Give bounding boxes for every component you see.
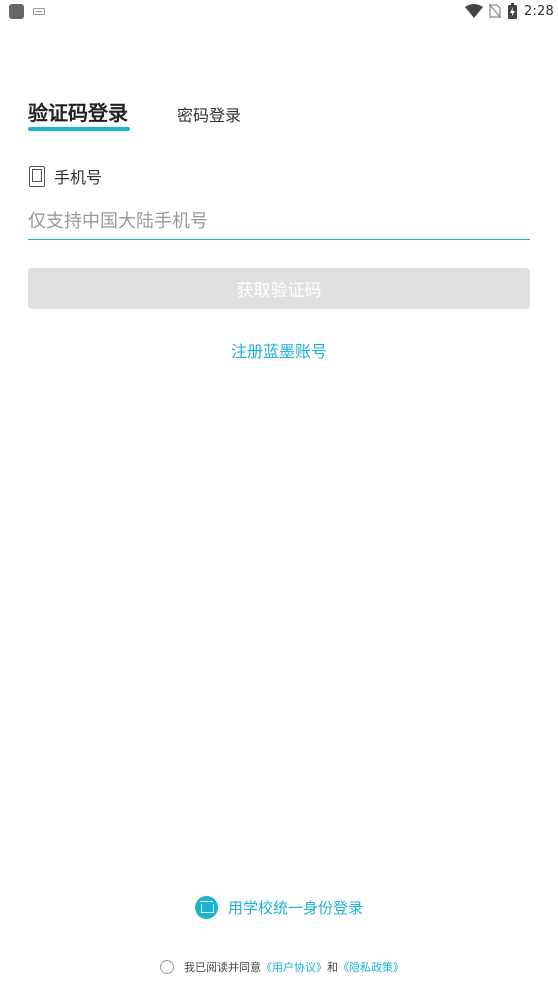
tab-password-login[interactable]: 密码登录: [177, 102, 241, 126]
get-verification-code-button[interactable]: 获取验证码: [28, 268, 530, 309]
tab-sms-code-login[interactable]: 验证码登录: [28, 97, 128, 126]
phone-field-label: 手机号: [29, 165, 102, 187]
agreement-and: 和: [327, 961, 338, 974]
login-screen: 2:28 验证码登录 密码登录 手机号 获取验证码 注册蓝墨账号 用学校统一身份…: [0, 0, 558, 993]
school-sso-login-label: 用学校统一身份登录: [228, 898, 364, 917]
phone-label-text: 手机号: [54, 168, 103, 187]
keyboard-icon: [33, 8, 45, 15]
register-account-link[interactable]: 注册蓝墨账号: [0, 338, 558, 362]
tab-active-indicator: [28, 127, 130, 131]
privacy-policy-link[interactable]: 《隐私政策》: [338, 959, 404, 975]
app-notification-icon: [9, 4, 24, 19]
phone-number-input[interactable]: [28, 204, 530, 240]
school-sso-login-button[interactable]: 用学校统一身份登录: [195, 895, 363, 919]
battery-charging-icon: [508, 3, 517, 19]
clock: 2:28: [524, 4, 554, 19]
phone-icon: [29, 165, 45, 187]
user-agreement-link[interactable]: 《用户协议》: [261, 959, 327, 975]
no-sim-icon: [489, 4, 501, 18]
agreement-row: 我已阅读并同意 《用户协议》 和 《隐私政策》: [160, 959, 404, 975]
status-bar: 2:28: [0, 0, 558, 24]
agreement-prefix: 我已阅读并同意: [184, 961, 261, 974]
agreement-checkbox[interactable]: [160, 960, 174, 974]
wifi-icon: [465, 4, 483, 18]
school-icon: [195, 895, 218, 919]
